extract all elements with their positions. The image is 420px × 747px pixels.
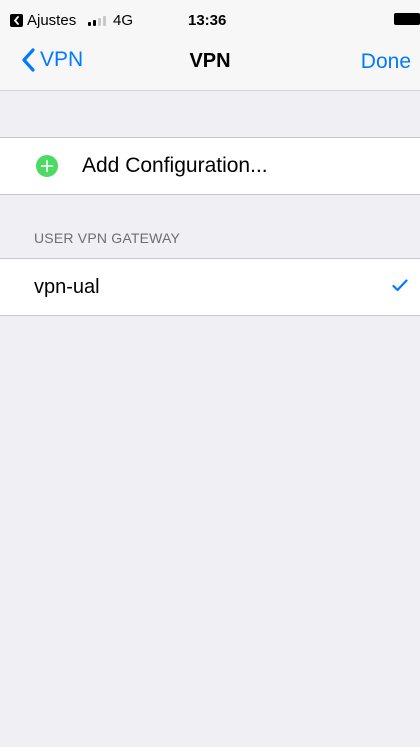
plus-circle-icon (36, 155, 58, 177)
clock: 13:36 (188, 12, 227, 29)
back-app-chevron-icon (10, 14, 23, 27)
network-type: 4G (113, 12, 134, 29)
add-configuration-label: Add Configuration... (82, 154, 268, 177)
page-title: VPN (189, 50, 231, 72)
vpn-list-item[interactable]: vpn-ual (0, 258, 420, 316)
done-button[interactable]: Done (361, 50, 411, 74)
status-bar: Ajustes 4G 13:36 (0, 0, 420, 36)
battery-icon (394, 13, 420, 25)
navigation-bar: VPN VPN Done (0, 36, 420, 91)
checkmark-icon (392, 279, 408, 292)
back-to-app-button[interactable]: Ajustes (10, 12, 76, 29)
vpn-name: vpn-ual (34, 276, 100, 298)
back-app-label: Ajustes (27, 12, 77, 29)
cellular-signal-icon (88, 15, 106, 26)
section-header: USER VPN GATEWAY (34, 230, 181, 246)
add-configuration-row[interactable]: Add Configuration... (0, 137, 420, 195)
